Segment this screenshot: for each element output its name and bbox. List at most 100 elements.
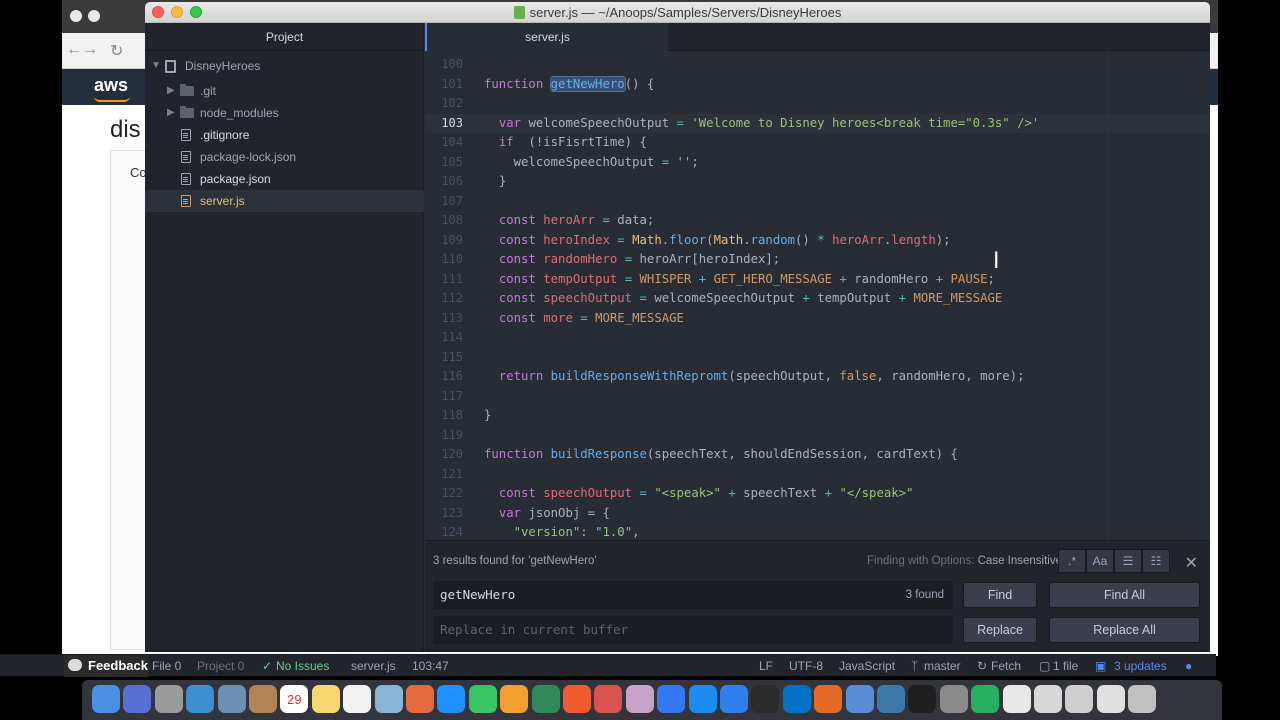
feedback-button[interactable]: Feedback xyxy=(64,655,148,677)
skype-icon[interactable] xyxy=(688,685,717,713)
tree-root-folder[interactable]: ▼ DisneyHeroes xyxy=(145,55,424,77)
keynote-icon[interactable] xyxy=(563,685,591,713)
find-options-prefix: Finding with Options: xyxy=(867,555,975,567)
code-token: GET_HERO_MESSAGE xyxy=(713,271,833,286)
terminal-icon[interactable] xyxy=(751,685,780,713)
status-encoding[interactable]: UTF-8 xyxy=(789,659,823,673)
siri-icon[interactable] xyxy=(123,685,152,713)
status-file-count[interactable]: File 0 xyxy=(152,659,181,673)
close-icon[interactable]: ✕ xyxy=(1185,553,1198,573)
code-editor[interactable]: 100 101 102 103 104 105 106 107 108 109 110 111 112 1… xyxy=(425,51,1210,540)
code-token: var xyxy=(498,505,522,520)
utility-icon[interactable] xyxy=(939,685,968,713)
code-line: const tempOutput = WHISPER + GET_HERO_ME… xyxy=(484,270,995,290)
books-icon[interactable] xyxy=(625,685,654,713)
calendar-icon[interactable]: 29 xyxy=(280,685,309,713)
regex-toggle-button[interactable]: .* xyxy=(1058,549,1086,573)
status-branch[interactable]: master xyxy=(924,659,961,673)
case-sensitive-toggle-button[interactable]: Aa xyxy=(1086,549,1114,573)
desktop-icon[interactable] xyxy=(1096,685,1125,713)
firefox-icon[interactable] xyxy=(814,685,843,713)
notes-icon[interactable] xyxy=(311,685,340,713)
finder-icon[interactable] xyxy=(92,685,120,713)
squirrel-icon[interactable]: ● xyxy=(1185,659,1192,673)
outlook-icon[interactable] xyxy=(782,685,811,713)
aws-logo[interactable]: aws xyxy=(94,75,128,96)
git-branch-icon: ᛉ xyxy=(911,659,919,673)
numbers-icon[interactable] xyxy=(531,685,560,713)
code-token: Math xyxy=(713,232,744,247)
tab-server-js[interactable]: server.js xyxy=(425,23,668,51)
app-store-icon[interactable] xyxy=(657,685,686,713)
code-token: MORE_MESSAGE xyxy=(913,291,1003,305)
sourcetree-icon[interactable] xyxy=(877,685,905,713)
status-fetch[interactable]: Fetch xyxy=(991,659,1021,673)
window-icon[interactable] xyxy=(1065,685,1094,713)
find-all-button[interactable]: Find All xyxy=(1049,582,1200,608)
in-selection-toggle-button[interactable]: ☰ xyxy=(1114,549,1142,573)
code-token: ); xyxy=(935,232,951,247)
replace-all-button[interactable]: Replace All xyxy=(1049,617,1200,643)
tree-item-git[interactable]: ▶ .git xyxy=(145,80,424,102)
music-icon[interactable] xyxy=(594,685,623,713)
code-token: = xyxy=(617,252,640,266)
tree-view-header[interactable]: Project xyxy=(145,23,424,51)
status-grammar[interactable]: JavaScript xyxy=(839,659,895,673)
terminal-icon[interactable] xyxy=(908,685,937,713)
status-filename[interactable]: server.js xyxy=(351,659,396,673)
reload-icon[interactable]: ↻ xyxy=(110,41,123,61)
replace-button[interactable]: Replace xyxy=(963,617,1037,643)
browser-minimize-dot[interactable] xyxy=(88,10,100,22)
browser-close-dot[interactable] xyxy=(70,10,82,22)
code-line: const speechOutput = "<speak>" + speechT… xyxy=(484,484,914,504)
find-input[interactable]: getNewHero 3 found xyxy=(433,581,953,609)
tree-item-server-js[interactable]: server.js xyxy=(145,190,424,212)
line-number: 118 xyxy=(441,408,463,422)
code-token: (!isFisrtTime) { xyxy=(521,135,647,149)
contacts-icon[interactable] xyxy=(249,685,277,713)
messages-icon[interactable] xyxy=(437,685,466,713)
tree-item-package-lock[interactable]: package-lock.json xyxy=(145,146,424,168)
fetch-icon: ↻ xyxy=(977,659,988,673)
textedit-icon[interactable] xyxy=(1002,685,1031,713)
status-cursor-position[interactable]: 103:47 xyxy=(412,659,449,673)
line-number-gutter[interactable]: 100 101 102 103 104 105 106 107 108 109 110 111 112 1… xyxy=(425,51,465,540)
code-token: Math xyxy=(632,232,662,247)
tree-item-node-modules[interactable]: ▶ node_modules xyxy=(145,102,424,124)
trash-icon[interactable] xyxy=(1128,685,1157,713)
status-line-ending[interactable]: LF xyxy=(759,659,773,673)
code-token: } xyxy=(498,174,507,188)
system-preferences-icon[interactable] xyxy=(720,685,748,713)
maps-icon[interactable] xyxy=(374,685,403,713)
status-updates[interactable]: 3 updates xyxy=(1114,659,1167,673)
forward-arrow-icon[interactable]: → xyxy=(82,41,98,59)
pages-icon[interactable] xyxy=(500,685,529,713)
documents-icon[interactable] xyxy=(1034,685,1062,713)
facetime-icon[interactable] xyxy=(468,685,497,713)
whole-word-toggle-button[interactable]: ☷ xyxy=(1142,549,1170,573)
status-issues[interactable]: No Issues xyxy=(276,659,329,673)
atom-icon[interactable] xyxy=(971,685,1000,713)
safari-icon[interactable] xyxy=(186,685,215,713)
tree-item-package-json[interactable]: package.json xyxy=(145,168,424,190)
find-button[interactable]: Find xyxy=(963,582,1037,608)
back-arrow-icon[interactable]: ← xyxy=(66,41,82,59)
photos-icon[interactable] xyxy=(406,685,434,713)
status-project-count[interactable]: Project 0 xyxy=(197,659,244,673)
preview-icon[interactable] xyxy=(217,685,246,713)
replace-input[interactable]: Replace in current buffer xyxy=(433,616,953,644)
code-token: return xyxy=(498,369,544,383)
reminders-icon[interactable] xyxy=(343,685,372,713)
line-number: 124 xyxy=(441,525,463,539)
atom-editor-window: server.js — ~/Anoops/Samples/Servers/Dis… xyxy=(145,2,1210,652)
tree-item-gitignore[interactable]: .gitignore xyxy=(145,124,424,146)
image-capture-icon[interactable] xyxy=(845,685,874,713)
launchpad-icon[interactable] xyxy=(154,685,183,713)
code-token: + xyxy=(720,486,744,500)
status-files[interactable]: 1 file xyxy=(1053,659,1078,673)
